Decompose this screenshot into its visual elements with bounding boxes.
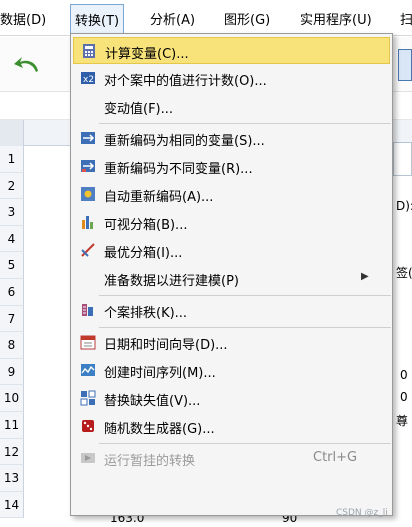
menu-item-label: 个案排秩(K)... — [104, 306, 188, 321]
recode-different-icon — [80, 158, 96, 174]
dialog-fragment-text: D): — [396, 199, 412, 213]
row-header[interactable]: 11 — [0, 412, 24, 439]
menu-item-optimal-binning[interactable]: 最优分箱(I)... — [73, 237, 390, 264]
menu-item-shift-values[interactable]: 变动值(F)... — [73, 93, 390, 120]
row-header[interactable]: 12 — [0, 438, 24, 466]
menu-separator — [99, 295, 391, 296]
count-values-icon: x2 — [80, 70, 96, 86]
row-header[interactable]: 3 — [0, 199, 24, 226]
row-header[interactable]: 8 — [0, 332, 24, 359]
menu-item-label: 随机数生成器(G)... — [104, 422, 215, 437]
undo-icon[interactable] — [12, 51, 42, 77]
menu-transform[interactable]: 转换(T) — [70, 4, 125, 34]
svg-text:x2: x2 — [83, 75, 94, 85]
menu-item-label: 日期和时间向导(D)... — [104, 338, 228, 353]
menu-separator — [99, 123, 391, 124]
dialog-fragment — [393, 142, 412, 176]
menu-item-label: 运行暂挂的转换 — [104, 454, 196, 469]
menu-graphs[interactable]: 图形(G) — [224, 9, 270, 28]
dialog-fragment-text: 0 — [400, 390, 408, 404]
menu-analyze[interactable]: 分析(A) — [150, 9, 195, 28]
menu-item-shortcut: Ctrl+G — [313, 450, 358, 465]
menu-item-recode-same[interactable]: 重新编码为相同的变量(S)... — [73, 125, 390, 152]
grid-corner — [0, 120, 24, 146]
menu-item-count-values[interactable]: x2 对个案中的值进行计数(O)... — [73, 65, 390, 92]
menu-item-replace-missing[interactable]: 替换缺失值(V)... — [73, 385, 390, 412]
menu-item-label: 变动值(F)... — [104, 102, 174, 117]
row-header[interactable]: 5 — [0, 252, 24, 279]
watermark-text: CSDN @z_li — [336, 508, 388, 518]
dialog-fragment-text: 0 — [400, 368, 408, 382]
row-header[interactable]: 7 — [0, 305, 24, 333]
row-header[interactable]: 1 — [0, 146, 24, 173]
menu-bar: 数据(D) 转换(T) 分析(A) 图形(G) 实用程序(U) 扫 — [0, 0, 412, 36]
auto-recode-icon — [80, 186, 96, 202]
rank-cases-icon — [80, 302, 96, 318]
menu-item-label: 最优分箱(I)... — [104, 246, 183, 261]
menu-item-label: 创建时间序列(M)... — [104, 366, 216, 381]
row-header[interactable]: 9 — [0, 358, 24, 386]
menu-item-label: 重新编码为不同变量(R)... — [104, 162, 253, 177]
recode-same-icon — [80, 130, 96, 146]
menu-item-rank-cases[interactable]: 个案排秩(K)... — [73, 297, 390, 324]
menu-item-visual-binning[interactable]: 可视分箱(B)... — [73, 209, 390, 236]
menu-item-random-number-generator[interactable]: 随机数生成器(G)... — [73, 413, 390, 440]
toolbar-button-icon[interactable] — [398, 49, 412, 81]
replace-missing-icon — [80, 390, 96, 406]
time-series-icon — [80, 362, 96, 378]
menu-item-recode-different[interactable]: 重新编码为不同变量(R)... — [73, 153, 390, 180]
row-header[interactable]: 14 — [0, 491, 24, 519]
menu-utilities[interactable]: 实用程序(U) — [300, 9, 372, 28]
row-header[interactable]: 2 — [0, 172, 24, 200]
menu-item-compute-variable[interactable]: 计算变量(C)... — [73, 37, 390, 64]
run-pending-icon — [80, 450, 96, 466]
menu-item-label: 准备数据以进行建模(P) — [104, 274, 239, 289]
menu-extensions[interactable]: 扫 — [400, 9, 412, 28]
menu-item-label: 自动重新编码(A)... — [104, 190, 214, 205]
row-header[interactable]: 4 — [0, 225, 24, 253]
row-header[interactable]: 10 — [0, 385, 24, 412]
menu-item-run-pending-transforms[interactable]: 运行暂挂的转换 Ctrl+G — [73, 445, 390, 472]
menu-separator — [99, 327, 391, 328]
dialog-fragment-text: 签( — [396, 266, 412, 280]
menu-item-create-time-series[interactable]: 创建时间序列(M)... — [73, 357, 390, 384]
menu-data[interactable]: 数据(D) — [0, 9, 46, 28]
menu-item-auto-recode[interactable]: 自动重新编码(A)... — [73, 181, 390, 208]
menu-item-label: 可视分箱(B)... — [104, 218, 188, 233]
row-header[interactable]: 6 — [0, 279, 24, 306]
row-header[interactable]: 13 — [0, 465, 24, 492]
visual-binning-icon — [80, 214, 96, 230]
optimal-binning-icon — [80, 242, 96, 258]
submenu-arrow-icon: ▶ — [361, 271, 369, 282]
calculator-icon — [81, 43, 97, 59]
menu-item-date-time-wizard[interactable]: 日期和时间向导(D)... — [73, 329, 390, 356]
calendar-icon — [80, 334, 96, 350]
dice-icon — [80, 418, 96, 434]
menu-separator — [99, 443, 391, 444]
menu-item-label: 对个案中的值进行计数(O)... — [104, 74, 267, 89]
menu-item-label: 替换缺失值(V)... — [104, 394, 201, 409]
menu-item-label: 重新编码为相同的变量(S)... — [104, 134, 265, 149]
menu-item-label: 计算变量(C)... — [105, 47, 189, 62]
menu-item-prepare-data-modeling[interactable]: 准备数据以进行建模(P) ▶ — [73, 265, 390, 292]
transform-menu: 计算变量(C)... x2 对个案中的值进行计数(O)... 变动值(F)...… — [70, 33, 393, 516]
dialog-fragment-text: 尊 — [396, 414, 409, 428]
